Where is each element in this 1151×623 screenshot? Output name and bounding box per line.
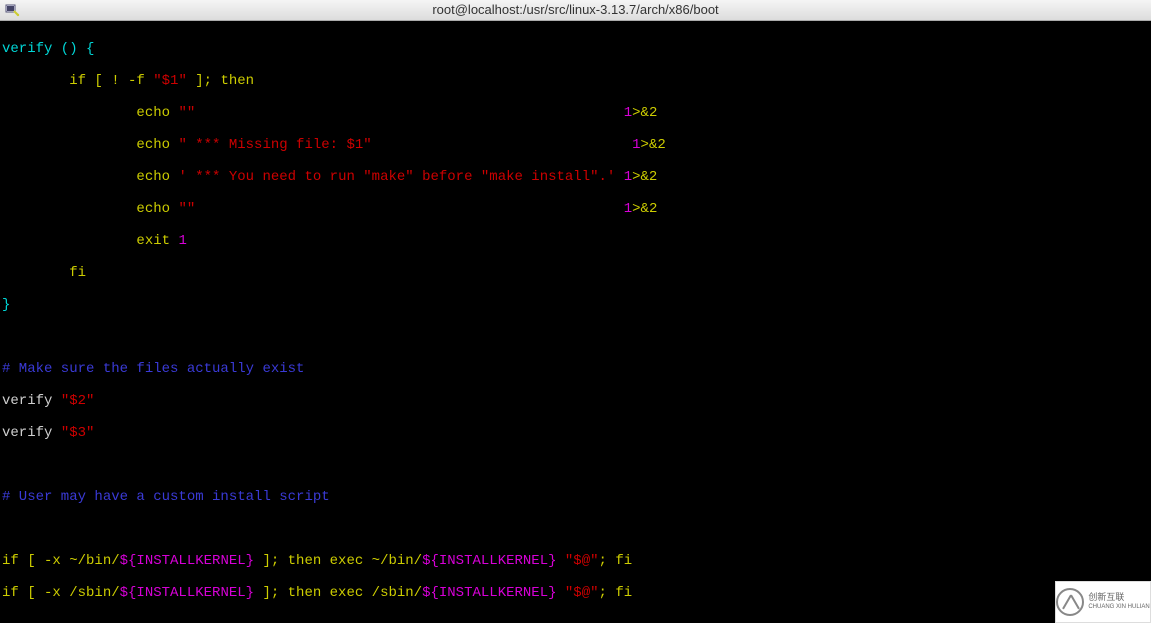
code-line: # User may have a custom install script <box>2 489 1149 505</box>
code-line <box>2 617 1149 623</box>
code-line: fi <box>2 265 1149 281</box>
putty-icon <box>4 2 20 18</box>
code-line <box>2 457 1149 473</box>
window-title: root@localhost:/usr/src/linux-3.13.7/arc… <box>0 2 1151 18</box>
code-line: verify "$3" <box>2 425 1149 441</box>
code-line: if [ -x ~/bin/${INSTALLKERNEL} ]; then e… <box>2 553 1149 569</box>
code-line: echo ' *** You need to run "make" before… <box>2 169 1149 185</box>
code-line: echo "" 1>&2 <box>2 201 1149 217</box>
code-line: # Make sure the files actually exist <box>2 361 1149 377</box>
watermark-logo: 创新互联 CHUANG XIN HULIAN <box>1055 581 1151 623</box>
window-titlebar: root@localhost:/usr/src/linux-3.13.7/arc… <box>0 0 1151 21</box>
code-line: exit 1 <box>2 233 1149 249</box>
watermark-icon <box>1056 588 1084 616</box>
code-line: } <box>2 297 1149 313</box>
watermark-text-en: CHUANG XIN HULIAN <box>1088 602 1149 612</box>
code-line: if [ ! -f "$1" ]; then <box>2 73 1149 89</box>
code-line <box>2 329 1149 345</box>
code-line: echo " *** Missing file: $1" 1>&2 <box>2 137 1149 153</box>
code-line: if [ -x /sbin/${INSTALLKERNEL} ]; then e… <box>2 585 1149 601</box>
code-line <box>2 521 1149 537</box>
watermark-text-cn: 创新互联 <box>1088 592 1149 602</box>
terminal-content[interactable]: verify () { if [ ! -f "$1" ]; then echo … <box>0 21 1151 623</box>
code-line: echo "" 1>&2 <box>2 105 1149 121</box>
code-line: verify () { <box>2 41 1149 57</box>
code-line: verify "$2" <box>2 393 1149 409</box>
